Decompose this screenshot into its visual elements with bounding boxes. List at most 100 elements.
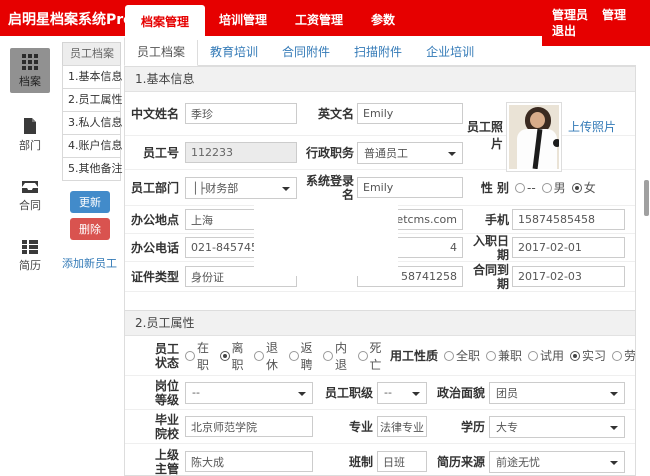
- mobile-input[interactable]: [512, 209, 625, 230]
- login-name-input[interactable]: [357, 177, 463, 198]
- employee-photo-label: 员工照片: [457, 118, 503, 152]
- gender-radio-none[interactable]: [515, 183, 525, 193]
- admin-post-select[interactable]: 普通员工: [357, 142, 463, 164]
- login-name-label: 系统登录名: [297, 174, 354, 202]
- menu-item-account-info[interactable]: 4.账户信息: [62, 134, 121, 158]
- post-grade-label: 岗位等级: [131, 379, 179, 407]
- emptype-option-label: 试用: [540, 347, 564, 364]
- contract-end-input[interactable]: [512, 266, 625, 287]
- emptype-radio-contractor[interactable]: [612, 351, 622, 361]
- chevron-down-icon: [448, 152, 456, 160]
- menu-item-employee-attrs[interactable]: 2.员工属性: [62, 88, 121, 112]
- emptype-option-label: 兼职: [498, 347, 522, 364]
- sidebar-item-contract[interactable]: 合同: [8, 179, 52, 213]
- employee-status-label: 员工状态: [131, 342, 179, 370]
- form-row: 毕业院校 专业 学历 大专: [125, 410, 635, 444]
- employment-type-radio-group: 全职 兼职 试用 实习 劳务工: [438, 347, 636, 364]
- major-input[interactable]: [377, 416, 427, 437]
- nav-salary-management[interactable]: 工资管理: [281, 3, 357, 36]
- nav-archive-management[interactable]: 档案管理: [125, 5, 205, 40]
- gender-option-label: 男: [554, 179, 566, 196]
- logout-link[interactable]: 退出: [552, 23, 588, 39]
- top-nav: 档案管理 培训管理 工资管理 参数: [125, 0, 409, 36]
- user-links: 管理员 退出 管理: [542, 0, 650, 46]
- status-option-label: 返聘: [301, 339, 318, 373]
- nav-training-management[interactable]: 培训管理: [205, 3, 281, 36]
- delete-button[interactable]: 删除: [70, 218, 110, 240]
- english-name-label: 英文名: [297, 107, 354, 121]
- menu-item-basic-info[interactable]: 1.基本信息: [62, 65, 121, 89]
- status-radio-early-retired[interactable]: [323, 351, 333, 361]
- sidebar-item-archive[interactable]: 档案: [10, 48, 50, 93]
- supervisor-input[interactable]: [185, 451, 313, 472]
- degree-select[interactable]: 大专: [489, 416, 625, 438]
- sidebar-item-department[interactable]: 部门: [8, 117, 52, 153]
- political-status-select[interactable]: 团员: [489, 382, 625, 404]
- gender-radio-male[interactable]: [542, 183, 552, 193]
- chevron-down-icon: [610, 426, 618, 434]
- chinese-name-label: 中文姓名: [131, 107, 179, 121]
- menu-item-private-info[interactable]: 3.私人信息: [62, 111, 121, 135]
- nav-parameters[interactable]: 参数: [357, 3, 409, 36]
- political-status-label: 政治面貌: [427, 386, 485, 400]
- emptype-radio-probation[interactable]: [528, 351, 538, 361]
- tab-enterprise-training[interactable]: 企业培训: [414, 38, 486, 65]
- gender-option-label: --: [527, 181, 536, 195]
- sidebar-item-resume[interactable]: 简历: [8, 239, 52, 273]
- hire-date-input[interactable]: [512, 237, 625, 258]
- status-radio-deceased[interactable]: [358, 351, 368, 361]
- office-phone-label: 办公电话: [131, 241, 179, 255]
- manage-link[interactable]: 管理: [602, 7, 626, 46]
- supervisor-label: 上级主管: [131, 448, 179, 476]
- icon-sidebar: 档案 部门 合同 简历: [0, 36, 60, 476]
- sidebar-item-label: 简历: [8, 257, 52, 273]
- chevron-down-icon: [282, 187, 290, 195]
- admin-link[interactable]: 管理员: [552, 7, 588, 23]
- main-content: 员工档案 教育培训 合同附件 扫描附件 企业培训 1.基本信息 中文姓名 英文名…: [124, 40, 636, 476]
- status-radio-resigned[interactable]: [220, 351, 230, 361]
- resume-source-select[interactable]: 前途无忧: [489, 451, 625, 473]
- shift-label: 班制: [313, 455, 373, 469]
- resume-source-value: 前途无忧: [496, 454, 540, 470]
- department-select[interactable]: │├财务部: [185, 177, 297, 199]
- update-button[interactable]: 更新: [70, 191, 110, 213]
- employment-type-label: 用工性质: [388, 349, 438, 363]
- chevron-down-icon: [610, 461, 618, 469]
- emptype-radio-parttime[interactable]: [486, 351, 496, 361]
- upload-photo-link[interactable]: 上传照片: [568, 118, 616, 135]
- employee-photo[interactable]: [506, 102, 562, 172]
- shift-input[interactable]: [377, 451, 427, 472]
- chinese-name-input[interactable]: [185, 103, 297, 124]
- hire-date-label: 入职日期: [463, 234, 509, 262]
- tab-scan-attachments[interactable]: 扫描附件: [342, 38, 414, 65]
- post-grade-select[interactable]: --: [185, 382, 313, 404]
- gender-radio-female[interactable]: [572, 183, 582, 193]
- mobile-label: 手机: [463, 213, 509, 227]
- staff-rank-select[interactable]: --: [377, 382, 427, 404]
- menu-item-other-notes[interactable]: 5.其他备注: [62, 157, 121, 181]
- tab-contract-attachments[interactable]: 合同附件: [270, 38, 342, 65]
- english-name-input[interactable]: [357, 103, 463, 124]
- scrollbar-thumb[interactable]: [644, 180, 649, 216]
- employee-no-input: [185, 142, 297, 163]
- degree-label: 学历: [427, 420, 485, 434]
- school-label: 毕业院校: [131, 413, 179, 441]
- user-links-column: 管理员 退出: [552, 7, 588, 46]
- school-input[interactable]: [185, 416, 313, 437]
- add-new-employee-link[interactable]: 添加新员工: [62, 255, 121, 271]
- gender-label: 性 别: [463, 181, 509, 195]
- emptype-radio-fulltime[interactable]: [444, 351, 454, 361]
- emptype-radio-intern[interactable]: [570, 351, 580, 361]
- status-radio-rehired[interactable]: [289, 351, 299, 361]
- chevron-down-icon: [610, 392, 618, 400]
- status-radio-active[interactable]: [185, 351, 195, 361]
- section-basic-info-header: 1.基本信息: [125, 66, 635, 92]
- chevron-down-icon: [298, 392, 306, 400]
- chevron-down-icon: [412, 392, 420, 400]
- tab-education-training[interactable]: 教育培训: [198, 38, 270, 65]
- status-radio-retired[interactable]: [254, 351, 264, 361]
- tab-employee-archive[interactable]: 员工档案: [124, 37, 198, 66]
- app-window: 启明星档案系统Profile 档案管理 培训管理 工资管理 参数 管理员 退出 …: [0, 0, 650, 476]
- admin-post-label: 行政职务: [297, 146, 354, 160]
- emptype-option-label: 全职: [456, 347, 480, 364]
